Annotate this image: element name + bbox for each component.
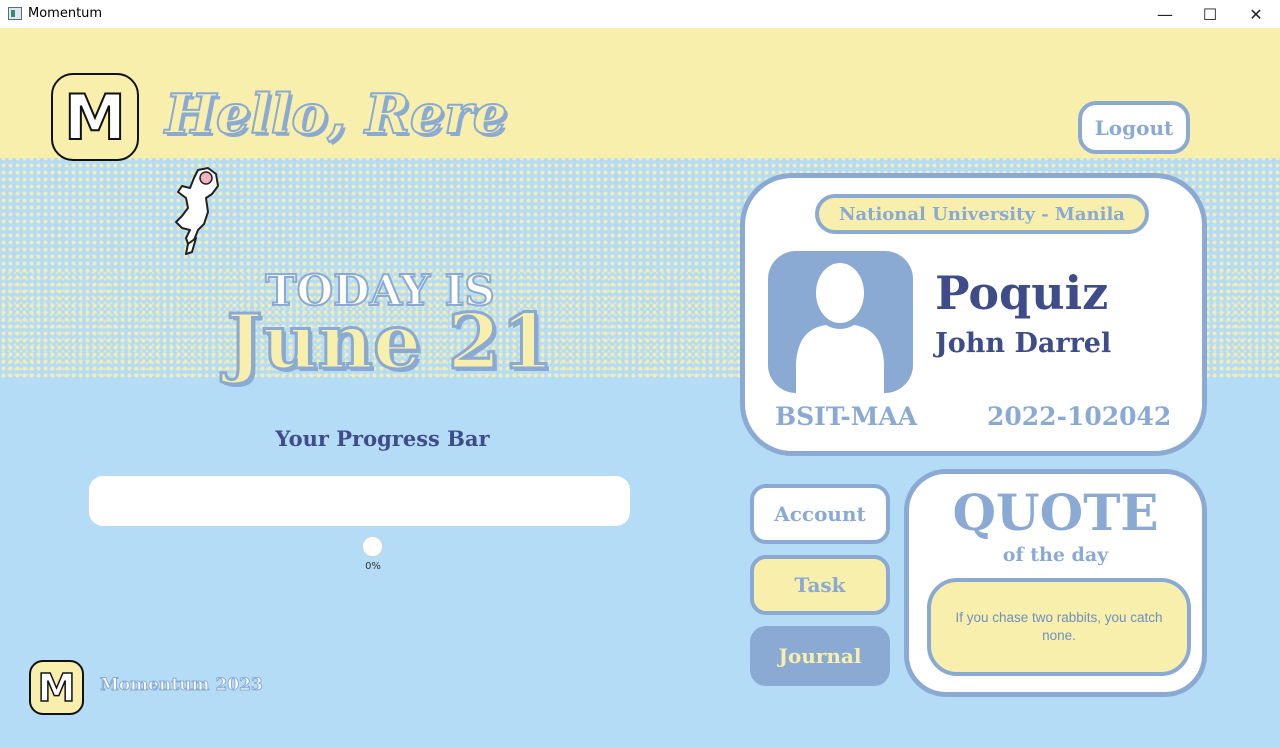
footer-logo: M <box>29 660 84 715</box>
progress-bar <box>89 476 630 526</box>
app-icon <box>8 7 22 20</box>
progress-indicator <box>362 536 383 557</box>
bunny-icon <box>175 167 219 255</box>
student-id: 2022-102042 <box>987 402 1172 431</box>
minimize-button[interactable]: — <box>1142 0 1188 28</box>
current-date: June 21 <box>225 297 555 386</box>
profile-card: National University - Manila Poquiz John… <box>740 173 1207 456</box>
maximize-button[interactable]: ☐ <box>1187 0 1233 28</box>
account-button[interactable]: Account <box>750 484 890 544</box>
progress-percent: 0% <box>365 561 381 572</box>
first-name: John Darrel <box>935 328 1112 359</box>
journal-button[interactable]: Journal <box>750 626 890 686</box>
footer-text: Momentum 2023 <box>100 675 264 696</box>
window-title: Momentum <box>28 6 103 21</box>
user-icon <box>796 263 884 393</box>
progress-label: Your Progress Bar <box>275 426 490 451</box>
quote-text: If you chase two rabbits, you catch none… <box>927 578 1191 676</box>
quote-title: QUOTE <box>952 483 1159 542</box>
quote-card: QUOTE of the day If you chase two rabbit… <box>904 469 1207 697</box>
university-badge: National University - Manila <box>815 194 1149 234</box>
close-button[interactable]: ✕ <box>1233 0 1279 28</box>
quote-subtitle: of the day <box>1002 544 1109 566</box>
logout-button[interactable]: Logout <box>1078 101 1190 154</box>
task-button[interactable]: Task <box>750 555 890 615</box>
greeting: Hello, Rere <box>164 81 508 147</box>
section-label: BSIT-MAA <box>775 402 918 431</box>
footer-logo-glyph: M <box>37 665 76 711</box>
logo-glyph: M <box>63 80 127 155</box>
window-titlebar: Momentum — ☐ ✕ <box>0 0 1280 28</box>
avatar <box>768 251 913 393</box>
surname: Poquiz <box>935 266 1109 320</box>
app-logo: M <box>51 73 139 161</box>
